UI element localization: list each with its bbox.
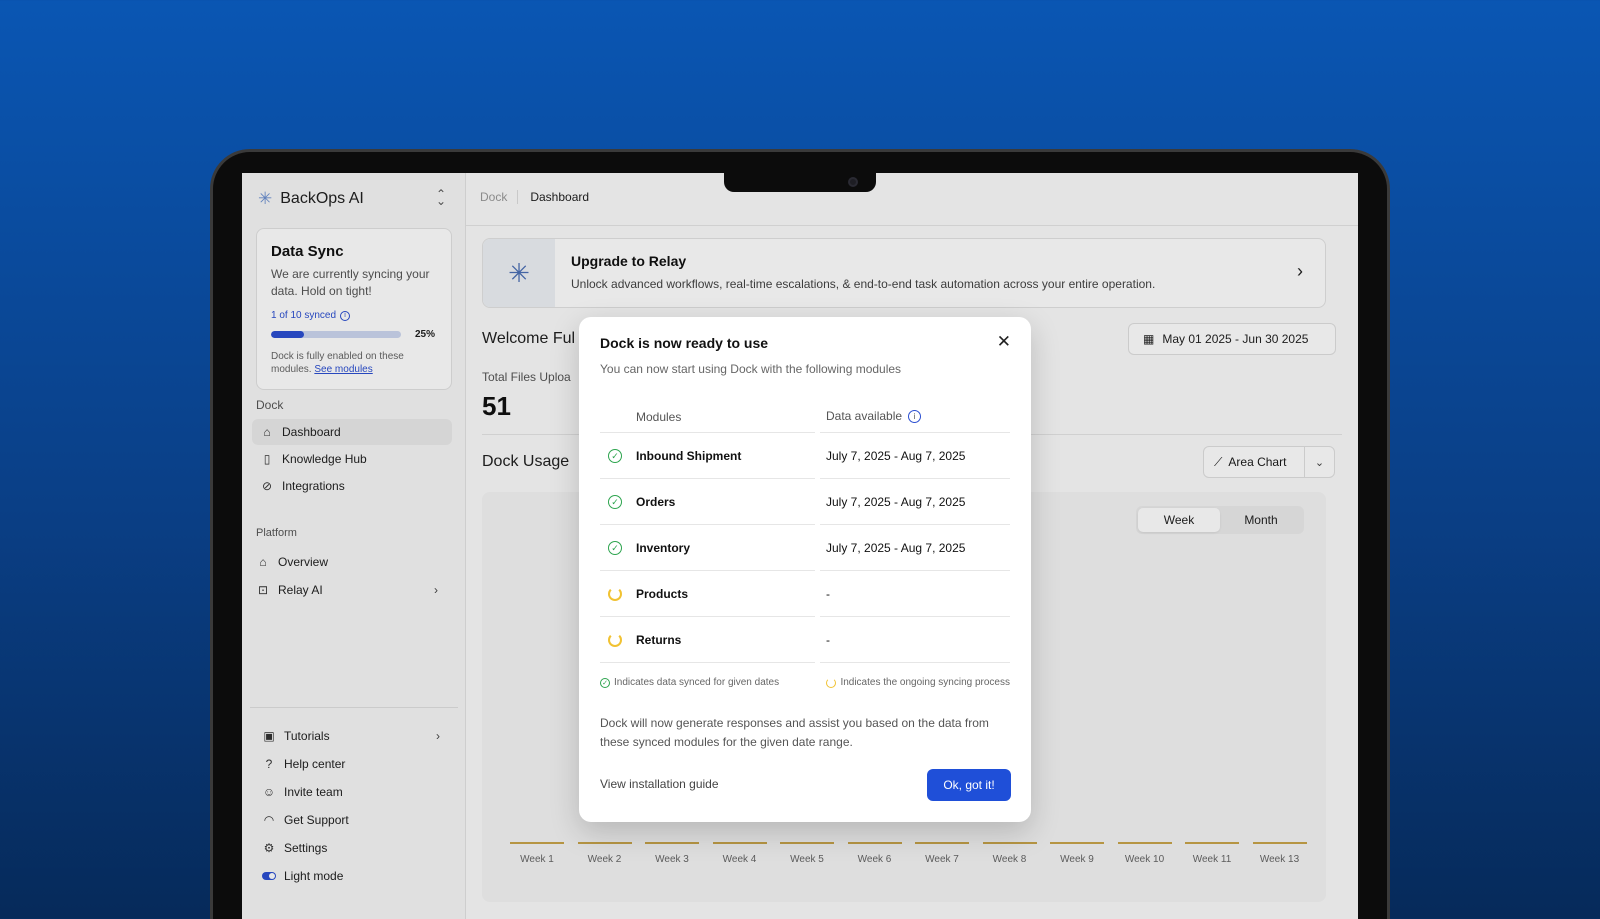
- col-modules: Modules: [636, 410, 682, 424]
- legend-synced: ✓ Indicates data synced for given dates: [600, 677, 779, 688]
- data-available-value: July 7, 2025 - Aug 7, 2025: [826, 495, 966, 509]
- table-row: ✓ Inventory July 7, 2025 - Aug 7, 2025: [600, 525, 1010, 571]
- data-available-value: July 7, 2025 - Aug 7, 2025: [826, 449, 966, 463]
- info-icon[interactable]: i: [908, 409, 922, 423]
- spinner-icon: [826, 677, 837, 688]
- module-name: Orders: [636, 495, 676, 509]
- table-row: Products -: [600, 571, 1010, 617]
- table-row: ✓ Orders July 7, 2025 - Aug 7, 2025: [600, 479, 1010, 525]
- module-name: Products: [636, 587, 689, 601]
- module-name: Inbound Shipment: [636, 449, 742, 463]
- data-available-value: -: [826, 587, 830, 601]
- check-circle-icon: ✓: [608, 541, 622, 555]
- check-circle-icon: ✓: [608, 495, 622, 509]
- table-row: ✓ Inbound Shipment July 7, 2025 - Aug 7, 2…: [600, 433, 1010, 479]
- module-name: Returns: [636, 633, 682, 647]
- table-header: Modules Data available i: [600, 401, 1010, 433]
- installation-guide-link[interactable]: View installation guide: [600, 777, 719, 791]
- modal-note: Dock will now generate responses and ass…: [600, 716, 989, 749]
- modal-title: Dock is now ready to use: [600, 335, 769, 351]
- modules-table: Modules Data available i ✓ Inbound Shipme…: [600, 401, 1010, 663]
- col-data-label: Data available: [826, 409, 903, 423]
- laptop-notch: [724, 172, 876, 192]
- spinner-icon: [608, 633, 622, 647]
- camera-icon: [848, 177, 858, 187]
- modal-subtitle: You can now start using Dock with the fo…: [600, 362, 902, 376]
- spinner-icon: [608, 587, 622, 601]
- module-name: Inventory: [636, 541, 691, 555]
- check-circle-icon: ✓: [600, 677, 610, 688]
- legend-syncing-text: Indicates the ongoing syncing process: [840, 677, 1010, 688]
- status-legend: ✓ Indicates data synced for given dates …: [600, 677, 1010, 688]
- close-icon[interactable]: ✕: [997, 332, 1011, 352]
- table-row: Returns -: [600, 617, 1010, 663]
- ok-button[interactable]: Ok, got it!: [927, 769, 1011, 801]
- check-circle-icon: ✓: [608, 449, 622, 463]
- ready-modal: Dock is now ready to use ✕ You can now s…: [579, 317, 1031, 822]
- table-body: ✓ Inbound Shipment July 7, 2025 - Aug 7, 2…: [600, 433, 1010, 663]
- legend-synced-text: Indicates data synced for given dates: [614, 677, 780, 688]
- data-available-value: July 7, 2025 - Aug 7, 2025: [826, 541, 966, 555]
- data-available-value: -: [826, 633, 830, 647]
- legend-syncing: Indicates the ongoing syncing process: [826, 677, 1010, 688]
- col-data-available: Data available i: [826, 409, 922, 423]
